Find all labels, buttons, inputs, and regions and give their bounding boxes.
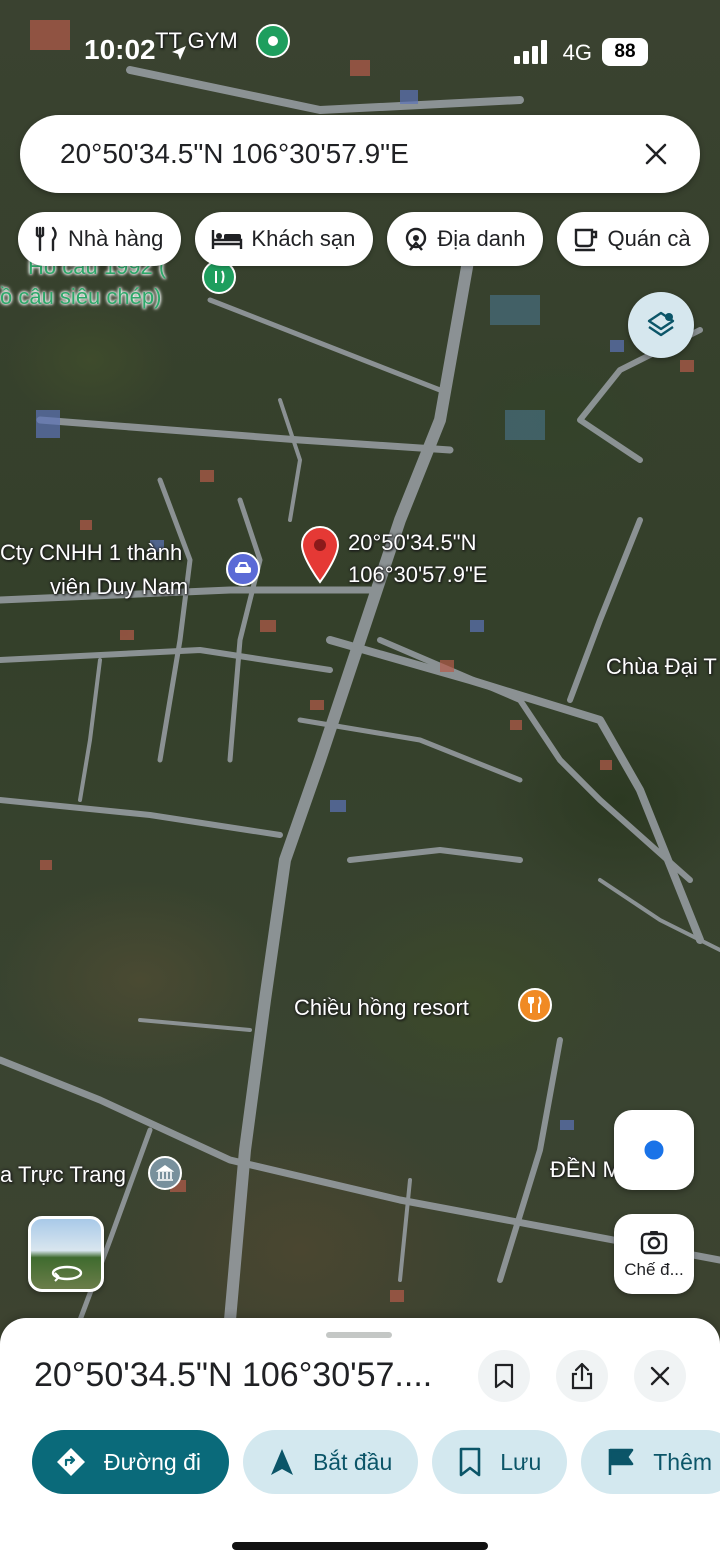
place-bottom-sheet[interactable]: 20°50'34.5"N 106°30'57.... Đường đi Bắt … <box>0 1318 720 1564</box>
close-icon <box>650 1366 670 1386</box>
clear-search-button[interactable] <box>636 134 676 174</box>
navigation-arrow-icon <box>270 1449 293 1475</box>
location-arrow-icon <box>172 46 186 60</box>
camera-mode-label: Chế đ... <box>624 1260 684 1279</box>
camera-search-icon <box>640 1231 668 1255</box>
rotate-360-icon <box>51 1265 83 1282</box>
save-button[interactable]: Lưu <box>432 1430 568 1494</box>
save-label: Lưu <box>500 1448 542 1475</box>
landmark-pin-icon[interactable] <box>148 1156 182 1190</box>
flag-icon <box>608 1448 634 1475</box>
truc-trang-label[interactable]: a Trực Trang <box>0 1160 126 1190</box>
company-label-line1[interactable]: Cty CNHH 1 thành <box>0 538 182 568</box>
status-bar: 10:02 4G 88 <box>0 30 720 76</box>
save-bookmark-button[interactable] <box>478 1350 530 1402</box>
bookmark-icon <box>459 1447 481 1477</box>
chip-label: Địa danh <box>437 226 526 251</box>
street-view-thumbnail[interactable] <box>28 1216 104 1292</box>
coffee-icon <box>575 228 598 252</box>
fishing-label-bottom[interactable]: ồ câu siêu chép) <box>0 282 161 312</box>
chip-hotels[interactable]: Khách sạn <box>195 212 374 266</box>
chip-label: Quán cà <box>607 226 691 251</box>
pagoda-label[interactable]: Chùa Đại T <box>606 652 717 682</box>
close-sheet-button[interactable] <box>634 1350 686 1402</box>
restaurant-icon <box>35 226 57 252</box>
restaurant-pin-icon[interactable] <box>518 988 552 1022</box>
share-icon <box>571 1362 593 1390</box>
more-label: Thêm <box>653 1448 713 1475</box>
hotel-icon <box>212 230 243 249</box>
directions-button[interactable]: Đường đi <box>32 1430 229 1494</box>
carrier-label: 4G <box>562 40 592 65</box>
landmark-icon <box>406 227 427 251</box>
start-label: Bắt đầu <box>312 1448 393 1475</box>
start-navigation-button[interactable]: Bắt đầu <box>242 1430 419 1494</box>
action-buttons: Đường đi Bắt đầu Lưu Thêm <box>32 1430 720 1494</box>
my-location-icon <box>641 1137 667 1163</box>
bookmark-icon <box>494 1363 514 1389</box>
signal-icon <box>514 40 547 64</box>
status-time: 10:02 <box>84 34 156 65</box>
chip-landmarks[interactable]: Địa danh <box>387 212 544 266</box>
pin-coordinate-line1: 20°50'34.5"N <box>348 530 477 555</box>
category-chips: Nhà hàng Khách sạn Địa danh Quán cà <box>18 212 709 266</box>
chip-coffee[interactable]: Quán cà <box>557 212 709 266</box>
home-indicator <box>232 1542 488 1550</box>
place-title: 20°50'34.5"N 106°30'57.... <box>34 1356 433 1394</box>
car-service-pin-icon[interactable] <box>226 552 260 586</box>
layers-button[interactable] <box>628 292 694 358</box>
directions-icon <box>57 1448 85 1476</box>
dropped-pin-icon[interactable] <box>298 524 342 584</box>
directions-label: Đường đi <box>104 1448 201 1475</box>
chip-restaurants[interactable]: Nhà hàng <box>18 212 182 266</box>
search-bar[interactable]: 20°50'34.5"N 106°30'57.9"E <box>20 115 700 193</box>
chip-label: Khách sạn <box>251 226 356 251</box>
search-query[interactable]: 20°50'34.5"N 106°30'57.9"E <box>60 138 636 170</box>
close-icon <box>645 143 667 165</box>
share-button[interactable] <box>556 1350 608 1402</box>
chip-label: Nhà hàng <box>68 226 164 251</box>
pin-coordinate-line2: 106°30'57.9"E <box>348 562 488 587</box>
company-label-line2[interactable]: viên Duy Nam <box>50 572 188 602</box>
camera-mode-button[interactable]: Chế đ... <box>614 1214 694 1294</box>
layers-icon <box>647 311 675 337</box>
my-location-button[interactable] <box>614 1110 694 1190</box>
resort-label[interactable]: Chiều hồng resort <box>294 993 469 1023</box>
sheet-drag-handle[interactable] <box>326 1332 392 1338</box>
add-label-button[interactable]: Thêm <box>581 1430 720 1494</box>
battery-indicator: 88 <box>602 38 648 66</box>
